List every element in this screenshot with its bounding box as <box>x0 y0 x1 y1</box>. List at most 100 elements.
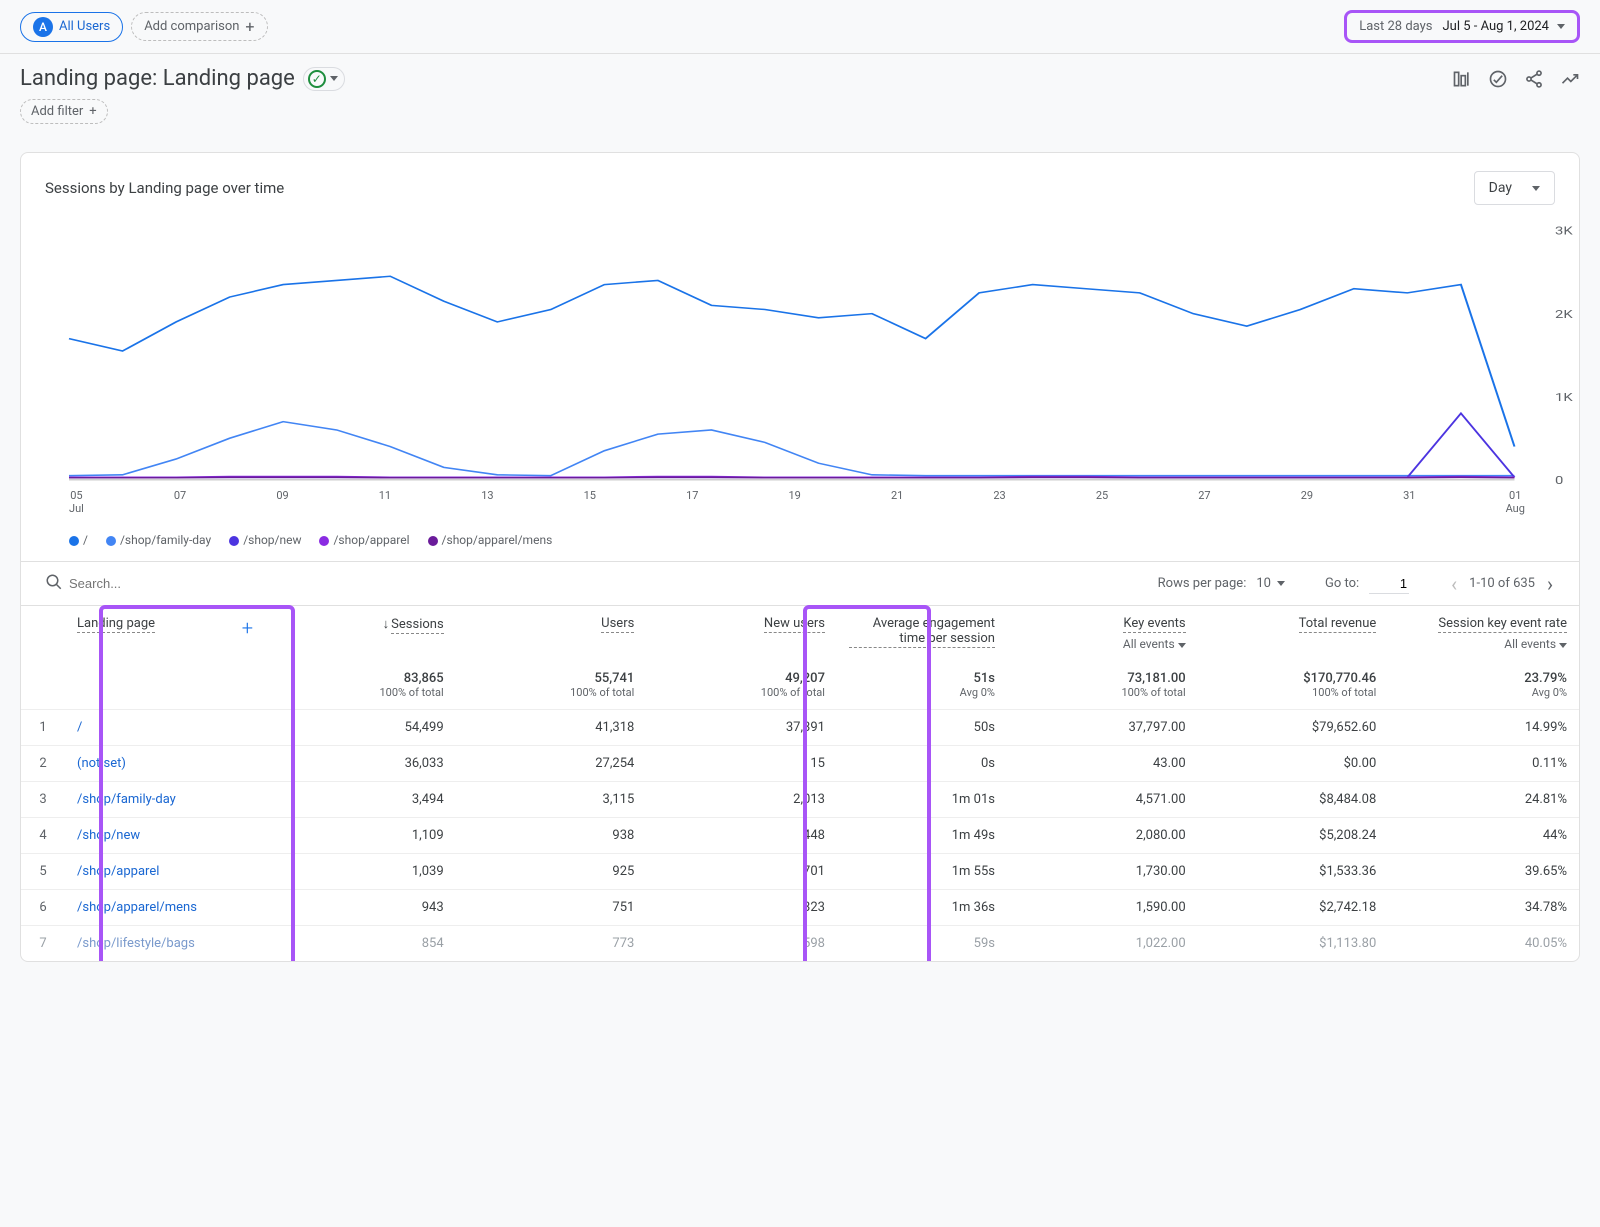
goto-input[interactable] <box>1369 574 1409 594</box>
add-comparison-label: Add comparison <box>144 19 239 34</box>
add-filter-button[interactable]: Add filter + <box>20 99 108 124</box>
cell-rate: 44% <box>1388 818 1579 854</box>
cell-landing-page[interactable]: /shop/apparel/mens <box>65 890 265 926</box>
legend-item[interactable]: /shop/apparel <box>319 533 409 547</box>
cell-sessions: 36,033 <box>265 746 456 782</box>
total-sub: 100% of total <box>277 686 444 699</box>
cell-key: 37,797.00 <box>1007 710 1198 746</box>
svg-text:0: 0 <box>1555 474 1563 487</box>
cell-engagement: 1m 55s <box>837 854 1007 890</box>
prev-page-button[interactable]: ‹ <box>1449 572 1459 596</box>
chevron-down-icon <box>1277 581 1285 586</box>
col-revenue[interactable]: Total revenue <box>1198 606 1389 662</box>
rows-per-page-label: Rows per page: <box>1158 576 1247 591</box>
add-comparison-button[interactable]: Add comparison + <box>131 12 267 41</box>
chevron-down-icon <box>1557 24 1565 29</box>
cell-landing-page[interactable]: / <box>65 710 265 746</box>
search-icon <box>45 573 63 595</box>
col-label: Users <box>601 616 634 633</box>
col-engagement[interactable]: Average engagement time per session <box>837 606 1007 662</box>
chevron-down-icon <box>330 76 338 81</box>
add-filter-label: Add filter <box>31 104 83 119</box>
cell-newusers: 323 <box>646 890 837 926</box>
cell-landing-page[interactable]: /shop/family-day <box>65 782 265 818</box>
cell-newusers: 2,013 <box>646 782 837 818</box>
cell-revenue: $1,113.80 <box>1198 926 1389 962</box>
table-row[interactable]: 3/shop/family-day3,4943,1152,0131m 01s4,… <box>21 782 1579 818</box>
insights-icon[interactable] <box>1488 69 1508 89</box>
table-row[interactable]: 6/shop/apparel/mens9437513231m 36s1,590.… <box>21 890 1579 926</box>
date-range-picker[interactable]: Last 28 days Jul 5 - Aug 1, 2024 <box>1344 10 1580 43</box>
cell-sessions: 54,499 <box>265 710 456 746</box>
total-sub: 100% of total <box>468 686 635 699</box>
chart-x-axis: 05Jul0709111315171921232527293101Aug <box>69 485 1555 515</box>
rows-per-page-select[interactable]: 10 <box>1256 576 1285 591</box>
search-input[interactable] <box>63 570 263 597</box>
legend-item[interactable]: /shop/family-day <box>106 533 211 547</box>
legend-item[interactable]: /shop/apparel/mens <box>428 533 553 547</box>
cell-rate: 39.65% <box>1388 854 1579 890</box>
col-users[interactable]: Users <box>456 606 647 662</box>
legend-item[interactable]: /shop/new <box>229 533 301 547</box>
events-filter[interactable]: All events <box>1504 637 1556 651</box>
col-sessions[interactable]: ↓Sessions <box>265 606 456 662</box>
cell-users: 925 <box>456 854 647 890</box>
explore-icon[interactable] <box>1560 69 1580 89</box>
cell-key: 43.00 <box>1007 746 1198 782</box>
table-row[interactable]: 7/shop/lifestyle/bags85477359859s1,022.0… <box>21 926 1579 962</box>
share-icon[interactable] <box>1524 69 1544 89</box>
cell-sessions: 3,494 <box>265 782 456 818</box>
total-sub: 100% of total <box>658 686 825 699</box>
chevron-down-icon <box>1532 186 1540 191</box>
cell-landing-page[interactable]: /shop/new <box>65 818 265 854</box>
total-sessions: 83,865 <box>404 671 444 686</box>
next-page-button[interactable]: › <box>1545 572 1555 596</box>
date-range-label: Last 28 days <box>1359 19 1432 34</box>
cell-revenue: $0.00 <box>1198 746 1389 782</box>
row-index: 2 <box>21 746 65 782</box>
cell-users: 938 <box>456 818 647 854</box>
total-key: 73,181.00 <box>1127 671 1185 686</box>
total-sub: 100% of total <box>1210 686 1377 699</box>
chevron-down-icon <box>1559 643 1567 648</box>
row-index: 5 <box>21 854 65 890</box>
cell-users: 27,254 <box>456 746 647 782</box>
col-label: Sessions <box>391 617 444 634</box>
cell-key: 1,022.00 <box>1007 926 1198 962</box>
granularity-select[interactable]: Day <box>1474 171 1555 205</box>
col-label: Average engagement time per session <box>849 616 995 648</box>
svg-text:1K: 1K <box>1555 391 1573 404</box>
cell-landing-page[interactable]: /shop/lifestyle/bags <box>65 926 265 962</box>
table-row[interactable]: 4/shop/new1,1099384481m 49s2,080.00$5,20… <box>21 818 1579 854</box>
col-rate[interactable]: Session key event rateAll events <box>1388 606 1579 662</box>
cell-revenue: $1,533.36 <box>1198 854 1389 890</box>
total-newusers: 49,207 <box>785 671 825 686</box>
cell-users: 773 <box>456 926 647 962</box>
table-row[interactable]: 1/54,49941,31837,39150s37,797.00$79,652.… <box>21 710 1579 746</box>
cell-engagement: 59s <box>837 926 1007 962</box>
events-filter[interactable]: All events <box>1123 637 1175 651</box>
status-dropdown[interactable]: ✓ <box>303 67 345 91</box>
cell-rate: 24.81% <box>1388 782 1579 818</box>
cell-key: 1,730.00 <box>1007 854 1198 890</box>
chart-legend: //shop/family-day/shop/new/shop/apparel/… <box>69 515 1555 561</box>
audience-pill[interactable]: A All Users <box>20 12 123 42</box>
row-index: 1 <box>21 710 65 746</box>
title-row: Landing page: Landing page ✓ <box>20 66 1580 91</box>
add-dimension-button[interactable]: + <box>242 616 253 640</box>
total-users: 55,741 <box>594 671 634 686</box>
table-row[interactable]: 5/shop/apparel1,0399257011m 55s1,730.00$… <box>21 854 1579 890</box>
customize-icon[interactable] <box>1452 69 1472 89</box>
col-new-users[interactable]: New users <box>646 606 837 662</box>
table-row[interactable]: 2(not set)36,03327,254150s43.00$0.000.11… <box>21 746 1579 782</box>
goto-label: Go to: <box>1325 576 1359 591</box>
legend-item[interactable]: / <box>69 533 88 547</box>
col-key-events[interactable]: Key eventsAll events <box>1007 606 1198 662</box>
col-label: New users <box>764 616 825 633</box>
rows-value: 10 <box>1256 576 1271 591</box>
cell-landing-page[interactable]: (not set) <box>65 746 265 782</box>
col-landing-page[interactable]: Landing page + <box>65 606 265 662</box>
cell-users: 41,318 <box>456 710 647 746</box>
cell-landing-page[interactable]: /shop/apparel <box>65 854 265 890</box>
cell-sessions: 1,109 <box>265 818 456 854</box>
